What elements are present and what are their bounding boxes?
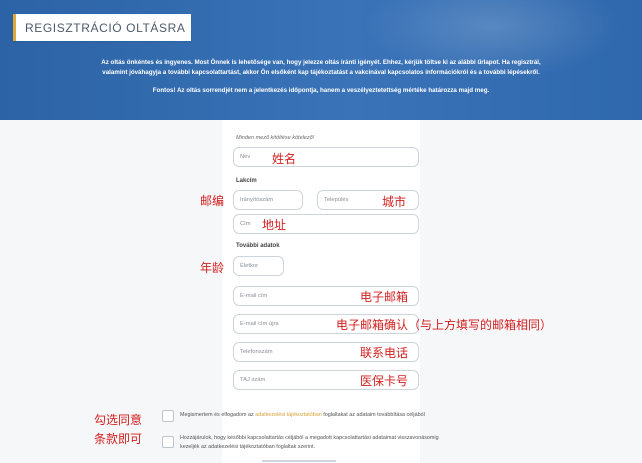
consent-1-prefix: Megismertem és elfogadom az — [180, 412, 254, 418]
privacy-policy-link[interactable]: adatkezelési tájékoztatóban — [255, 412, 322, 418]
consent-data-transfer-text: Megismertem és elfogadom az adatkezelési… — [180, 411, 500, 420]
page-title: REGISZTRÁCIÓ OLTÁSRA — [25, 21, 186, 35]
street-address-input[interactable]: Cím — [233, 214, 419, 234]
required-note: Minden mező kitöltése kötelező! — [236, 135, 315, 141]
email-confirm-annotation: 电子邮箱确认（与上方填写的邮箱相同） — [336, 318, 553, 332]
zip-annotation: 邮编 — [200, 194, 225, 208]
zip-input[interactable]: Irányítószám — [233, 190, 303, 210]
name-annotation: 姓名 — [272, 152, 297, 166]
age-placeholder: Életkor — [240, 263, 259, 269]
consent-contact-text: Hozzájárulok, hogy későbbi kapcsolattart… — [180, 434, 520, 452]
scroll-indicator — [262, 460, 336, 462]
zip-placeholder: Irányítószám — [240, 197, 274, 203]
additional-data-section-label: További adatok — [236, 243, 280, 249]
name-placeholder: Név — [240, 154, 251, 160]
name-input[interactable]: Név — [233, 147, 419, 167]
street-address-placeholder: Cím — [240, 221, 251, 227]
age-input[interactable]: Életkor — [233, 256, 284, 276]
consent-2-line-2: kezeljék az adatkezelési tájékoztatóban … — [180, 444, 316, 450]
email-confirm-placeholder: E-mail cím újra — [240, 321, 279, 327]
email-placeholder: E-mail cím — [240, 293, 268, 299]
intro-line-2: valamint jóváhagyja a további kapcsolatt… — [102, 69, 540, 76]
consent-1-suffix: foglaltakat az adataim továbbítása céljá… — [323, 412, 425, 418]
header-banner: REGISZTRÁCIÓ OLTÁSRA Az oltás önkéntes é… — [0, 0, 642, 120]
consent-annotation-line-1: 勾选同意 — [94, 413, 143, 427]
consent-2-line-1: Hozzájárulok, hogy későbbi kapcsolattart… — [180, 435, 439, 441]
email-annotation: 电子邮箱 — [360, 290, 409, 304]
consent-annotation-line-2: 条款即可 — [94, 432, 143, 446]
taj-annotation: 医保卡号 — [360, 374, 409, 388]
intro-line-1: Az oltás önkéntes és ingyenes. Most Önne… — [101, 59, 541, 66]
age-annotation: 年龄 — [200, 261, 225, 275]
intro-note: Fontos! Az oltás sorrendjét nem a jelent… — [152, 87, 490, 94]
phone-placeholder: Telefonszám — [240, 349, 273, 355]
phone-annotation: 联系电话 — [360, 346, 409, 360]
city-placeholder: Település — [324, 197, 349, 203]
address-section-label: Lakcím — [236, 178, 257, 184]
page-title-box: REGISZTRÁCIÓ OLTÁSRA — [13, 14, 191, 41]
taj-placeholder: TAJ szám — [240, 377, 266, 383]
city-annotation: 城市 — [382, 195, 407, 209]
consent-data-transfer-checkbox[interactable] — [162, 410, 174, 422]
consent-contact-checkbox[interactable] — [162, 436, 174, 448]
street-address-annotation: 地址 — [262, 218, 287, 232]
intro-text: Az oltás önkéntes és ingyenes. Most Önne… — [20, 58, 622, 96]
